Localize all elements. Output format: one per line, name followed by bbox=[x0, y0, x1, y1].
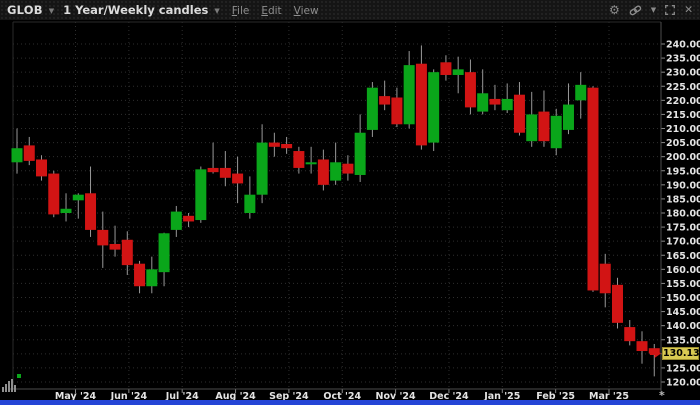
candle bbox=[281, 137, 292, 154]
candle bbox=[330, 143, 341, 185]
candle bbox=[379, 81, 390, 111]
candle bbox=[391, 88, 402, 127]
candle bbox=[587, 86, 598, 292]
price-label: 135.00 bbox=[666, 335, 700, 346]
fullscreen-icon[interactable] bbox=[665, 5, 675, 15]
candle bbox=[232, 157, 243, 203]
candle bbox=[146, 257, 157, 294]
candle bbox=[465, 59, 476, 114]
candle bbox=[48, 171, 59, 217]
indicator-dot bbox=[17, 374, 21, 378]
candle bbox=[208, 143, 219, 174]
price-label: 150.00 bbox=[666, 293, 700, 304]
price-label: 230.00 bbox=[666, 68, 700, 79]
price-label: 190.00 bbox=[666, 180, 700, 191]
candle bbox=[453, 57, 464, 94]
price-label: 225.00 bbox=[666, 82, 700, 93]
candle bbox=[183, 213, 194, 227]
candle bbox=[159, 233, 170, 287]
chevron-down-icon: ▼ bbox=[214, 7, 219, 15]
price-label: 210.00 bbox=[666, 124, 700, 135]
link-icon[interactable] bbox=[629, 5, 642, 16]
candle bbox=[122, 231, 133, 275]
candle bbox=[36, 155, 47, 180]
candle bbox=[563, 83, 574, 134]
candlestick-chart[interactable]: 240.00 235.00 230.00 225.00 220.00 215.00 210.… bbox=[0, 0, 700, 405]
candle bbox=[428, 69, 439, 151]
candle bbox=[24, 137, 35, 165]
candle bbox=[416, 45, 427, 149]
price-label: 155.00 bbox=[666, 279, 700, 290]
symbol-label: GLOB bbox=[7, 3, 43, 17]
candle bbox=[318, 150, 329, 191]
candle bbox=[514, 82, 525, 136]
timeframe-label: 1 Year/Weekly candles bbox=[63, 3, 208, 17]
price-label: 170.00 bbox=[666, 237, 700, 248]
candle bbox=[244, 176, 255, 218]
menu-item-view[interactable]: View bbox=[294, 5, 319, 17]
price-label: 185.00 bbox=[666, 194, 700, 205]
candle bbox=[97, 212, 108, 268]
candle bbox=[649, 344, 660, 376]
menu-bar: File Edit View bbox=[232, 5, 319, 17]
price-label: 125.00 bbox=[666, 363, 700, 374]
price-label: 180.00 bbox=[666, 209, 700, 220]
close-icon[interactable]: ✕ bbox=[684, 5, 693, 16]
candle bbox=[171, 206, 182, 237]
candle bbox=[269, 133, 280, 157]
candle bbox=[293, 147, 304, 174]
candle bbox=[404, 51, 415, 128]
candle bbox=[367, 82, 378, 137]
price-label: 240.00 bbox=[666, 40, 700, 51]
gear-icon[interactable]: ⚙ bbox=[609, 4, 620, 16]
candle bbox=[195, 167, 206, 223]
candle bbox=[502, 83, 513, 113]
candle bbox=[575, 72, 586, 118]
candle bbox=[61, 193, 72, 221]
candle bbox=[85, 167, 96, 237]
candle bbox=[73, 193, 84, 218]
chevron-down-icon[interactable]: ▼ bbox=[651, 6, 656, 14]
candle bbox=[526, 92, 537, 147]
price-label: 145.00 bbox=[666, 307, 700, 318]
candle bbox=[306, 147, 317, 174]
price-label: 140.00 bbox=[666, 321, 700, 332]
menu-item-file[interactable]: File bbox=[232, 5, 250, 17]
titlebar-icon-group: ⚙ ▼ ✕ bbox=[609, 0, 693, 20]
price-label: 165.00 bbox=[666, 251, 700, 262]
price-label: 205.00 bbox=[666, 138, 700, 149]
candle bbox=[600, 254, 611, 308]
price-label: 160.00 bbox=[666, 265, 700, 276]
candle bbox=[110, 226, 121, 257]
volume-histogram-icon[interactable] bbox=[2, 377, 17, 396]
price-label: 200.00 bbox=[666, 152, 700, 163]
price-label: 220.00 bbox=[666, 96, 700, 107]
timeframe-selector[interactable]: 1 Year/Weekly candles ▼ bbox=[54, 3, 220, 17]
price-label: 175.00 bbox=[666, 223, 700, 234]
candle bbox=[538, 90, 549, 146]
candle bbox=[355, 114, 366, 182]
candle bbox=[477, 69, 488, 114]
candle bbox=[342, 155, 353, 180]
menu-item-edit[interactable]: Edit bbox=[261, 5, 281, 17]
bottom-bar bbox=[0, 400, 700, 405]
candle bbox=[134, 261, 145, 293]
title-bar: GLOB ▼ 1 Year/Weekly candles ▼ File Edit… bbox=[0, 0, 700, 20]
candle bbox=[612, 278, 623, 329]
candle bbox=[551, 109, 562, 155]
candle bbox=[624, 320, 635, 345]
candle bbox=[637, 331, 648, 363]
symbol-selector[interactable]: GLOB ▼ bbox=[0, 3, 54, 17]
price-label: 120.00 bbox=[666, 378, 700, 389]
last-price-tag: 130.13 bbox=[662, 347, 699, 360]
price-label: 195.00 bbox=[666, 166, 700, 177]
price-label: 235.00 bbox=[666, 54, 700, 65]
price-label: 215.00 bbox=[666, 110, 700, 121]
candle bbox=[440, 55, 451, 80]
candle bbox=[489, 85, 500, 110]
candle bbox=[257, 124, 268, 203]
